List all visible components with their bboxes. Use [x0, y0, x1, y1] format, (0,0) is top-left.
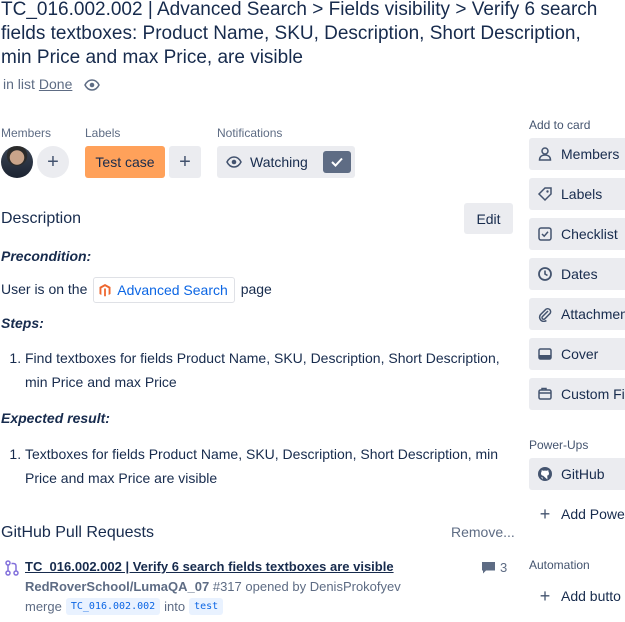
pr-merge-word: merge: [25, 599, 62, 614]
pr-into-word: into: [164, 599, 186, 614]
sidebar-attachment-button[interactable]: Attachmen: [529, 298, 625, 330]
sidebar-custom-fields-button[interactable]: Custom Fie: [529, 378, 625, 410]
sidebar-button-label: Dates: [561, 266, 598, 282]
sidebar-members-button[interactable]: Members: [529, 138, 625, 170]
description-heading: Description: [1, 210, 82, 227]
pr-comments: 3: [481, 560, 507, 575]
plus-icon: +: [539, 503, 551, 524]
cover-icon: [538, 348, 552, 360]
comment-icon: [482, 561, 495, 573]
add-label-button[interactable]: +: [169, 146, 201, 178]
pr-merge-line: merge TC_016.002.002 into test: [25, 598, 227, 615]
label-chip-test-case[interactable]: Test case: [85, 146, 165, 178]
card-title[interactable]: TC_016.002.002 | Advanced Search > Field…: [1, 0, 625, 70]
magento-icon: [99, 284, 111, 297]
remove-prs-link[interactable]: Remove...: [451, 524, 515, 540]
automation-label: Automation: [529, 558, 590, 572]
clock-icon: [538, 267, 552, 281]
check-icon: [323, 151, 351, 173]
github-prs-heading: GitHub Pull Requests: [1, 524, 154, 541]
pr-comment-count: 3: [500, 560, 508, 575]
powerups-label: Power-Ups: [529, 438, 589, 452]
sidebar-button-label: Members: [561, 146, 620, 162]
list-item: Textboxes for fields Product Name, SKU, …: [25, 442, 501, 490]
precondition-before: User is on the: [1, 281, 88, 297]
github-icon: [538, 467, 552, 481]
precondition-heading: Precondition:: [1, 248, 92, 264]
pr-meta: RedRoverSchool/LumaQA_07 #317 opened by …: [25, 579, 401, 594]
sidebar-github-button[interactable]: GitHub: [529, 458, 625, 490]
person-icon: [538, 147, 552, 161]
add-member-button[interactable]: +: [37, 146, 69, 178]
list-link[interactable]: Done: [39, 76, 72, 92]
list-indicator: in list Done: [3, 76, 72, 92]
watch-label: Watching: [250, 154, 308, 170]
tag-icon: [537, 187, 552, 202]
paperclip-icon: [538, 307, 552, 322]
sidebar-button-label: GitHub: [561, 466, 605, 482]
in-list-prefix: in list: [3, 76, 35, 92]
sidebar-cover-button[interactable]: Cover: [529, 338, 625, 370]
pull-request-icon: [5, 560, 19, 576]
add-button-label: Add butto: [561, 588, 621, 604]
sidebar-button-label: Cover: [561, 346, 599, 362]
sidebar-checklist-button[interactable]: Checklist: [529, 218, 625, 250]
add-powerup-label: Add Powe: [561, 506, 625, 522]
pr-meta-text: #317 opened by DenisProkofyev: [212, 579, 401, 594]
add-powerup-button[interactable]: + Add Powe: [529, 498, 625, 530]
sidebar-button-label: Attachmen: [561, 306, 625, 322]
labels-label: Labels: [85, 126, 121, 140]
eye-icon: [84, 79, 100, 91]
checklist-icon: [538, 227, 552, 241]
watch-button[interactable]: Watching: [217, 146, 355, 178]
expected-heading: Expected result:: [1, 410, 110, 426]
sidebar-button-label: Checklist: [561, 226, 618, 242]
edit-description-button[interactable]: Edit: [464, 203, 513, 234]
add-automation-button[interactable]: + Add butto: [529, 580, 625, 612]
pr-repo[interactable]: RedRoverSchool/LumaQA_07: [25, 579, 209, 594]
list-item: Find textboxes for fields Product Name, …: [25, 346, 501, 394]
pr-title-link[interactable]: TC_016.002.002 | Verify 6 search fields …: [25, 559, 394, 574]
steps-list: Find textboxes for fields Product Name, …: [1, 346, 501, 394]
plus-icon: +: [539, 585, 551, 606]
eye-icon: [226, 156, 242, 168]
steps-heading: Steps:: [1, 315, 44, 331]
sidebar-dates-button[interactable]: Dates: [529, 258, 625, 290]
sidebar-button-label: Labels: [561, 186, 603, 202]
notifications-label: Notifications: [217, 126, 283, 140]
advanced-search-link[interactable]: Advanced Search: [93, 277, 235, 304]
advanced-search-link-text: Advanced Search: [117, 282, 228, 299]
pr-to-branch: test: [189, 598, 224, 615]
sidebar-labels-button[interactable]: Labels: [529, 178, 625, 210]
custom-fields-icon: [538, 387, 552, 400]
pr-from-branch: TC_016.002.002: [65, 598, 161, 615]
precondition-after: page: [240, 281, 272, 297]
precondition-text: User is on the Advanced Search page: [1, 277, 272, 304]
sidebar-button-label: Custom Fie: [561, 386, 625, 402]
expected-list: Textboxes for fields Product Name, SKU, …: [1, 442, 501, 490]
avatar[interactable]: [1, 146, 33, 178]
members-label: Members: [1, 126, 52, 140]
add-to-card-label: Add to card: [529, 118, 591, 132]
